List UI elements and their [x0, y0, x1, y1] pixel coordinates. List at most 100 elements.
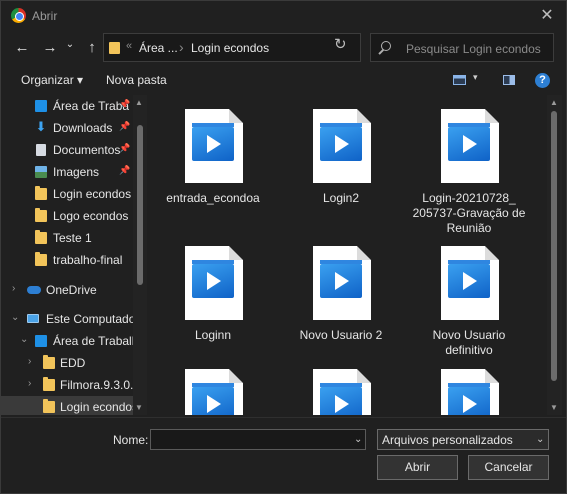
- play-icon: [463, 272, 477, 290]
- sidebar-item-logo-econdos[interactable]: Logo econdos: [1, 205, 133, 227]
- expand-chevron-icon[interactable]: ›: [28, 356, 31, 367]
- preview-pane-icon[interactable]: [503, 75, 515, 85]
- file-item[interactable]: [281, 355, 401, 415]
- search-box[interactable]: [370, 33, 554, 62]
- view-dropdown-icon[interactable]: ▾: [473, 72, 478, 83]
- breadcrumb-desktop[interactable]: Área ...: [139, 41, 178, 55]
- sidebar-item-login-econdos[interactable]: Login econdos: [1, 396, 138, 415]
- address-overflow-icon[interactable]: «: [126, 40, 132, 52]
- sidebar-item-edd[interactable]: › EDD: [1, 352, 133, 374]
- address-bar[interactable]: « Área ... › Login econdos ⌄: [103, 33, 418, 62]
- window-title: Abrir: [32, 9, 58, 23]
- file-item[interactable]: Loginn: [153, 232, 273, 362]
- scroll-down-icon[interactable]: ▼: [135, 403, 143, 412]
- document-icon: [36, 144, 46, 156]
- file-name: Loginn: [194, 328, 232, 342]
- cloud-icon: [27, 286, 41, 294]
- video-file-icon: [313, 109, 371, 183]
- file-name: Login-20210728_ 205737-Gravação de Reuni…: [412, 191, 526, 235]
- close-button[interactable]: ✕: [536, 5, 558, 27]
- sidebar-scrollbar[interactable]: ▲ ▼: [133, 95, 147, 415]
- scroll-up-icon[interactable]: ▲: [550, 98, 558, 107]
- sidebar-item-label: trabalho-final: [53, 253, 123, 267]
- search-icon: [381, 41, 391, 51]
- pin-icon: 📌: [119, 99, 131, 109]
- file-name-input[interactable]: [154, 432, 344, 447]
- folder-icon: [35, 208, 47, 222]
- scroll-down-icon[interactable]: ▼: [550, 403, 558, 412]
- folder-icon: [109, 42, 120, 54]
- sidebar-item-label: Imagens: [53, 165, 100, 179]
- video-file-icon: [313, 246, 371, 320]
- search-input[interactable]: [406, 41, 551, 57]
- file-list: entrada_econdoa Login2 Login-20210728_ 2…: [149, 95, 547, 415]
- sidebar-item-downloads[interactable]: ⬇ Downloads 📌: [1, 117, 133, 139]
- chevron-down-icon[interactable]: ⌄: [354, 434, 362, 445]
- sidebar-item-este-computador[interactable]: ⌄ Este Computador: [1, 308, 139, 330]
- help-icon[interactable]: ?: [535, 73, 550, 88]
- scroll-up-icon[interactable]: ▲: [135, 98, 143, 107]
- breadcrumb-login-econdos[interactable]: Login econdos: [191, 41, 269, 55]
- dialog-footer: Nome: ⌄ Arquivos personalizados ⌄ Abrir …: [1, 417, 566, 493]
- chrome-icon: [11, 8, 26, 23]
- recent-locations-chevron-icon[interactable]: ⌄: [59, 34, 81, 56]
- sidebar-item-imagens[interactable]: Imagens 📌: [1, 161, 133, 183]
- scrollbar-thumb[interactable]: [551, 111, 557, 381]
- sidebar-item-label: Downloads: [53, 121, 113, 135]
- file-item[interactable]: Novo Usuario definitivo: [409, 232, 529, 362]
- sidebar-item-trabalho-final[interactable]: trabalho-final: [1, 249, 133, 271]
- pin-icon: 📌: [119, 165, 131, 175]
- sidebar-item-filmora[interactable]: › Filmora.9.3.0.23: [1, 374, 147, 396]
- folder-icon: [35, 252, 47, 266]
- chevron-down-icon[interactable]: ⌄: [536, 434, 544, 445]
- play-icon: [207, 272, 221, 290]
- file-item[interactable]: [409, 355, 529, 415]
- file-type-select[interactable]: Arquivos personalizados ⌄: [377, 429, 549, 450]
- cancel-button[interactable]: Cancelar: [468, 455, 549, 480]
- video-file-icon: [441, 109, 499, 183]
- sidebar-item-label: Este Computador: [46, 312, 140, 326]
- file-item[interactable]: entrada_econdoa: [153, 95, 273, 225]
- open-button[interactable]: Abrir: [377, 455, 458, 480]
- scrollbar-thumb[interactable]: [137, 125, 143, 285]
- sidebar-item-label: Área de Trabalho: [53, 334, 146, 348]
- play-icon: [207, 395, 221, 413]
- sidebar-item-label: OneDrive: [46, 283, 97, 297]
- pin-icon: 📌: [119, 143, 131, 153]
- back-arrow-icon[interactable]: ←: [11, 37, 33, 59]
- file-item[interactable]: Login2: [281, 95, 401, 225]
- sidebar-item-onedrive[interactable]: › OneDrive: [1, 279, 133, 301]
- video-file-icon: [185, 109, 243, 183]
- file-item[interactable]: [153, 355, 273, 415]
- play-icon: [463, 135, 477, 153]
- file-item[interactable]: Login-20210728_ 205737-Gravação de Reuni…: [409, 95, 529, 235]
- sidebar-item-label: EDD: [60, 356, 86, 370]
- view-options-icon[interactable]: [453, 75, 466, 85]
- sidebar-item-label: Documentos: [53, 143, 121, 157]
- collapse-chevron-icon[interactable]: ⌄: [20, 334, 28, 345]
- file-name-combobox[interactable]: ⌄: [150, 429, 366, 450]
- sidebar-item-documentos[interactable]: Documentos 📌: [1, 139, 133, 161]
- sidebar-item-area-de-trabalho-quick[interactable]: Área de Traba 📌: [1, 95, 133, 117]
- file-item[interactable]: Novo Usuario 2: [281, 232, 401, 362]
- navigation-pane: Área de Traba 📌 ⬇ Downloads 📌 Documentos…: [1, 95, 147, 415]
- sidebar-item-login-econdos-quick[interactable]: Login econdos: [1, 183, 133, 205]
- file-list-scrollbar[interactable]: ▲ ▼: [547, 95, 562, 415]
- forward-arrow-icon[interactable]: →: [39, 37, 61, 59]
- up-arrow-icon[interactable]: ↑: [81, 37, 103, 59]
- folder-icon: [35, 186, 47, 200]
- sidebar-item-label: Login econdos: [53, 187, 132, 201]
- computer-icon: [27, 314, 39, 323]
- file-name: Novo Usuario 2: [299, 328, 383, 342]
- play-icon: [335, 135, 349, 153]
- refresh-icon[interactable]: ↻: [334, 35, 347, 53]
- expand-chevron-icon[interactable]: ›: [28, 378, 31, 389]
- sidebar-item-teste-1[interactable]: Teste 1: [1, 227, 133, 249]
- collapse-chevron-icon[interactable]: ⌄: [11, 312, 19, 323]
- file-name: entrada_econdoa: [166, 191, 260, 205]
- organize-button[interactable]: Organizar ▾: [21, 73, 83, 87]
- new-folder-button[interactable]: Nova pasta: [106, 73, 167, 87]
- folder-icon: [35, 230, 47, 244]
- expand-chevron-icon[interactable]: ›: [12, 283, 15, 294]
- sidebar-item-area-de-trabalho[interactable]: ⌄ Área de Trabalho: [1, 330, 145, 352]
